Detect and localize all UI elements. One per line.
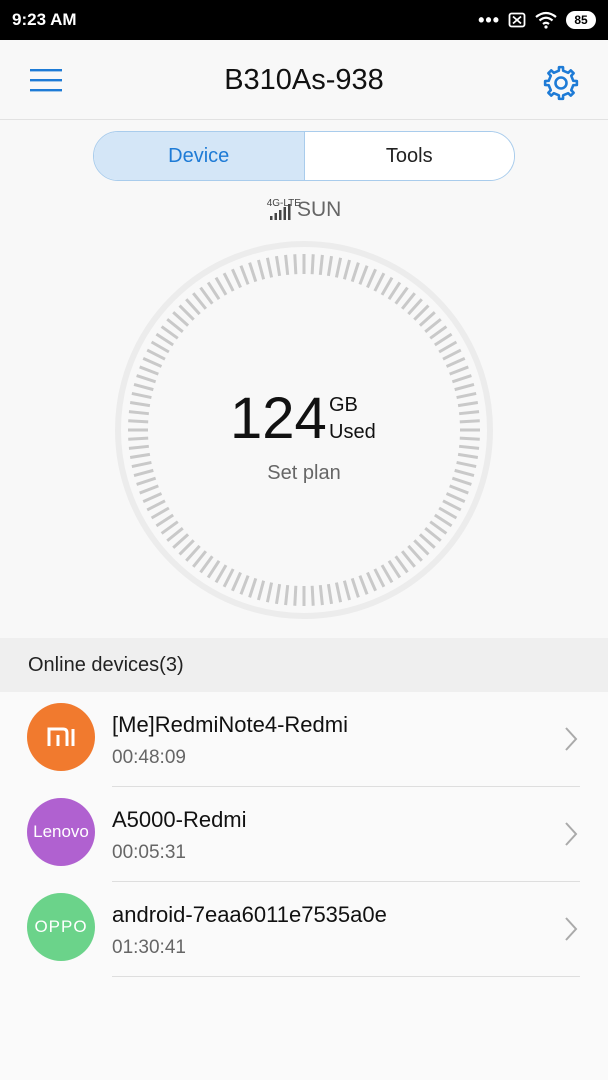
usage-used-label: Used — [329, 421, 376, 443]
device-list: [Me]RedmiNote4-Redmi 00:48:09 Lenovo A50… — [0, 692, 608, 1080]
mi-logo-icon — [47, 727, 75, 746]
page-title: B310As-938 — [224, 64, 384, 96]
battery-indicator: 85 — [566, 11, 596, 29]
usage-value: 124 — [230, 386, 327, 451]
more-dots-icon: ••• — [478, 10, 500, 30]
carrier-name: SUN — [296, 198, 342, 221]
set-plan-link[interactable]: Set plan — [114, 462, 494, 485]
gear-icon[interactable] — [542, 64, 580, 102]
device-name: A5000-Redmi — [112, 807, 247, 832]
usage-readout: 124 GB Used Set plan — [114, 240, 494, 620]
device-duration: 00:05:31 — [112, 842, 186, 863]
chevron-right-icon — [565, 822, 578, 846]
signal-strength-icon — [269, 204, 291, 220]
divider — [112, 976, 580, 977]
chevron-right-icon — [565, 727, 578, 751]
tab-device[interactable]: Device — [94, 132, 305, 180]
device-tools-tabs: Device Tools — [93, 131, 515, 181]
device-name: [Me]RedmiNote4-Redmi — [112, 712, 348, 737]
device-duration: 01:30:41 — [112, 937, 186, 958]
chevron-right-icon — [565, 917, 578, 941]
wifi-icon — [535, 11, 557, 29]
battery-level: 85 — [574, 13, 588, 27]
device-duration: 00:48:09 — [112, 747, 186, 768]
device-row[interactable]: [Me]RedmiNote4-Redmi 00:48:09 — [0, 692, 608, 787]
device-brand-avatar — [27, 703, 95, 771]
device-brand-avatar: OPPO — [27, 893, 95, 961]
device-name: android-7eaa6011e7535a0e — [112, 902, 387, 927]
status-icons: ••• 85 — [478, 11, 596, 29]
network-indicator: 4G-LTE SUN — [0, 196, 608, 224]
brand-logo-text: OPPO — [34, 917, 88, 936]
device-row[interactable]: Lenovo A5000-Redmi 00:05:31 — [0, 787, 608, 882]
status-time: 9:23 AM — [12, 10, 77, 29]
device-brand-avatar: Lenovo — [27, 798, 95, 866]
no-sim-icon — [508, 12, 526, 28]
app-header: B310As-938 — [0, 40, 608, 120]
usage-unit: GB — [329, 394, 358, 416]
tab-tools[interactable]: Tools — [304, 132, 514, 180]
status-bar: 9:23 AM ••• 85 — [0, 0, 608, 40]
device-row[interactable]: OPPO android-7eaa6011e7535a0e 01:30:41 — [0, 882, 608, 977]
brand-logo-text: Lenovo — [33, 822, 89, 841]
online-devices-header: Online devices(3) — [0, 638, 608, 692]
